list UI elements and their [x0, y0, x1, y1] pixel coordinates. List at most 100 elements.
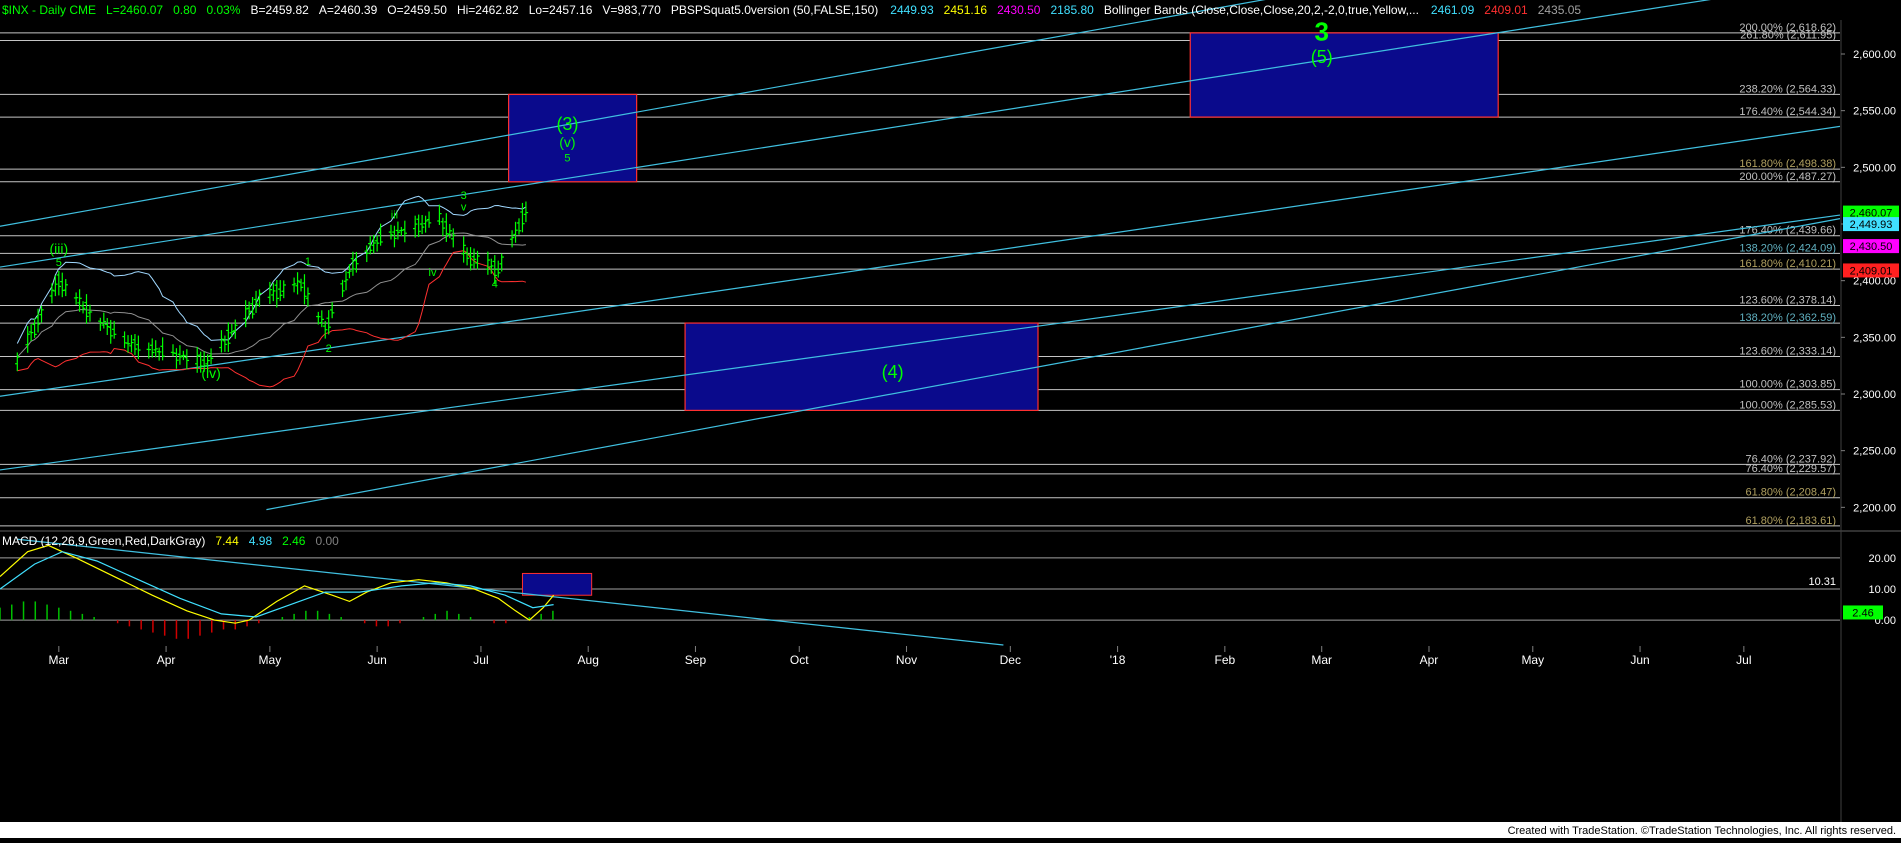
- time-axis-label: Jul: [1736, 653, 1751, 667]
- macd-header-value: 7.44: [215, 534, 239, 548]
- wave-label: 3: [461, 190, 467, 202]
- price-bar: [32, 318, 37, 338]
- study-label: Bollinger Bands (Close,Close,Close,20,2,…: [1104, 3, 1419, 17]
- fib-level-label: 123.60% (2,378.14): [1739, 294, 1836, 306]
- fib-level-label: 138.20% (2,424.09): [1739, 242, 1836, 254]
- price-tags: 2,460.072,449.932,430.502,409.01: [1843, 205, 1899, 278]
- macd-panel: 20.0010.000.0010.312.46: [0, 538, 1896, 646]
- frames: [0, 0, 1901, 838]
- time-axis-label: Jun: [367, 653, 386, 667]
- macd-value-tag-text: 2.46: [1852, 607, 1873, 619]
- price-bar: [291, 277, 297, 293]
- wave-label: 4: [492, 278, 498, 290]
- time-axis-label: Apr: [157, 653, 176, 667]
- price-bar: [423, 215, 428, 233]
- price-bar: [156, 347, 162, 361]
- quote-field: O=2459.50: [387, 3, 447, 17]
- quote-field: A=2460.39: [319, 3, 378, 17]
- price-axis-label: 2,500.00: [1853, 162, 1896, 174]
- wave-label: 1: [305, 256, 311, 268]
- price-bar: [440, 217, 446, 237]
- fib-level-label: 100.00% (2,303.85): [1739, 379, 1836, 391]
- study-value: 2449.93: [890, 3, 934, 17]
- fib-level-label: 76.40% (2,229.57): [1745, 463, 1836, 475]
- price-bar: [35, 308, 41, 333]
- fib-level-label: 161.80% (2,410.21): [1739, 258, 1836, 270]
- macd-header-value: 0.00: [315, 534, 339, 548]
- fib-level-label: 161.80% (2,498.38): [1739, 158, 1836, 170]
- fib-level-label: 138.20% (2,362.59): [1739, 312, 1836, 324]
- trend-channels: [0, 0, 1841, 511]
- price-bar: [378, 223, 383, 246]
- study-value: 2185.80: [1050, 3, 1094, 17]
- macd-level-label: 10.31: [1808, 576, 1836, 588]
- price-bar: [122, 331, 127, 349]
- price-tag-value: 2,409.01: [1850, 265, 1893, 277]
- price-bar: [226, 322, 231, 352]
- time-axis-label: Apr: [1420, 653, 1439, 667]
- wave-label: iii: [391, 209, 398, 221]
- time-axis-label: Sep: [685, 653, 707, 667]
- time-axis-label: May: [259, 653, 282, 667]
- price-axis-label: 2,300.00: [1853, 389, 1896, 401]
- price-bar: [170, 344, 176, 357]
- price-bar: [28, 324, 34, 342]
- price-bar: [302, 274, 307, 305]
- macd-zone: [521, 572, 593, 596]
- bollinger-upper-band: [16, 195, 527, 344]
- macd-axis-label: 10.00: [1868, 584, 1896, 596]
- time-axis-label: Jul: [473, 653, 488, 667]
- price-bar: [305, 287, 311, 307]
- wave-label: 3: [1314, 16, 1328, 46]
- price-bar: [274, 279, 279, 308]
- wave-label: 5: [56, 257, 62, 269]
- price-bar: [416, 214, 421, 238]
- study-label: PBSPSquat5.0version (50,FALSE,150): [671, 3, 878, 17]
- wave-label: (v): [559, 134, 575, 150]
- price-bar: [174, 348, 179, 369]
- price-axis-label: 2,250.00: [1853, 446, 1896, 458]
- time-axis-label: May: [1521, 653, 1544, 667]
- time-axis-label: Mar: [48, 653, 69, 667]
- price-bar: [326, 310, 331, 335]
- fib-level-label: 176.40% (2,544.34): [1739, 106, 1836, 118]
- price-bar: [461, 236, 466, 263]
- wave-label: (4): [882, 362, 904, 382]
- price-bar: [56, 270, 62, 296]
- price-bar: [426, 211, 432, 228]
- price-axis-label: 2,200.00: [1853, 502, 1896, 514]
- price-bar: [60, 272, 65, 298]
- price-bar: [177, 345, 183, 365]
- channel-line: [266, 218, 1841, 511]
- time-axis-label: Jun: [1630, 653, 1649, 667]
- fib-level-label: 100.00% (2,285.53): [1739, 399, 1836, 411]
- fib-level-label: 200.00% (2,487.27): [1739, 171, 1836, 183]
- price-bar: [84, 294, 89, 324]
- fibonacci-levels: 200.00% (2,618.62)261.80% (2,611.95)238.…: [0, 22, 1840, 527]
- price-bar: [516, 218, 522, 235]
- channel-line: [0, 0, 1266, 227]
- wave-label: 2: [326, 343, 332, 355]
- fib-level-label: 61.80% (2,208.47): [1745, 487, 1836, 499]
- price-bar: [513, 221, 518, 243]
- price-bar: [464, 247, 470, 266]
- price-bar: [222, 335, 228, 352]
- price-axis-label: 2,550.00: [1853, 106, 1896, 118]
- price-bar: [87, 304, 93, 322]
- time-axis-label: Feb: [1214, 653, 1235, 667]
- price-bar: [323, 320, 328, 339]
- wave-label: (5): [1311, 47, 1333, 67]
- fib-level-label: 238.20% (2,564.33): [1739, 83, 1836, 95]
- wave-label: v: [461, 201, 467, 213]
- quote-field: V=983,770: [602, 3, 661, 17]
- study-value: 2461.09: [1431, 3, 1475, 17]
- time-axis-label: Dec: [1000, 653, 1021, 667]
- wave-label: (iv): [201, 365, 220, 381]
- macd-axis-label: 20.00: [1868, 553, 1896, 565]
- wave-label: (3): [556, 114, 578, 134]
- footer-credit: Created with TradeStation. ©TradeStation…: [1508, 825, 1896, 837]
- time-axis-label: Nov: [896, 653, 917, 667]
- price-bars: [15, 201, 529, 373]
- price-bar: [319, 310, 324, 328]
- price-bar: [253, 290, 259, 313]
